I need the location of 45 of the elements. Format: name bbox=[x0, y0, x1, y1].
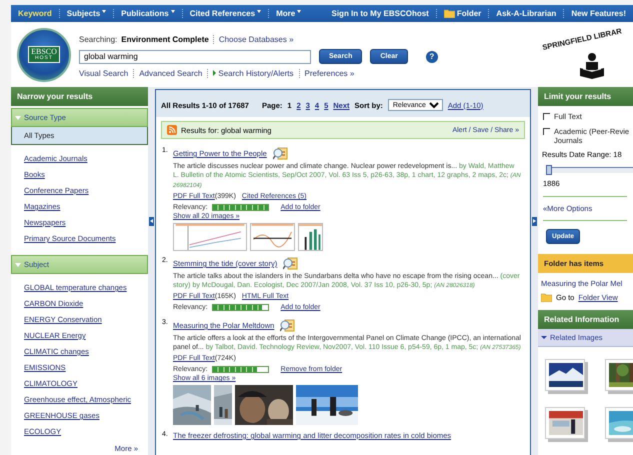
preview-icon[interactable] bbox=[272, 147, 288, 160]
chart-thumbnail[interactable] bbox=[173, 223, 247, 251]
nav-link[interactable]: Ask-A-Librarian bbox=[488, 9, 564, 18]
searching-label: Searching: bbox=[79, 35, 118, 44]
help-button[interactable]: ? bbox=[426, 50, 438, 62]
relevancy-meter bbox=[212, 204, 269, 211]
nav-tab[interactable]: Cited References bbox=[182, 9, 268, 18]
folder-icon bbox=[444, 9, 455, 18]
search-link[interactable]: Preferences » bbox=[304, 69, 354, 78]
relevancy-meter bbox=[212, 304, 269, 311]
chart-thumbnail[interactable] bbox=[298, 223, 323, 251]
folder-link[interactable]: Folder bbox=[436, 9, 488, 18]
panel-header: Related Information bbox=[538, 310, 633, 329]
caret-icon bbox=[257, 10, 262, 13]
panel-header: Limit your results bbox=[538, 87, 633, 106]
database-name: Environment Complete bbox=[121, 35, 209, 44]
caret-icon bbox=[297, 10, 302, 13]
folder-icon bbox=[541, 293, 552, 302]
preview-icon[interactable] bbox=[280, 319, 296, 332]
panel-header: Narrow your results bbox=[11, 87, 148, 106]
checkbox[interactable] bbox=[543, 113, 550, 120]
expand-icon bbox=[15, 262, 21, 266]
caret-icon bbox=[102, 10, 106, 13]
nav-tab[interactable]: Subjects bbox=[58, 9, 114, 18]
nav-link[interactable]: Sign In to My EBSCOhost bbox=[324, 9, 436, 18]
nav-tab[interactable]: Publications bbox=[113, 9, 182, 18]
search-link[interactable]: Advanced Search bbox=[139, 69, 202, 78]
search-link[interactable]: Visual Search bbox=[79, 69, 128, 78]
caret-icon bbox=[170, 10, 175, 13]
checkbox[interactable] bbox=[543, 128, 550, 135]
preview-icon[interactable] bbox=[283, 257, 298, 270]
arrow-icon bbox=[213, 70, 216, 76]
chart-thumbnail[interactable] bbox=[250, 223, 295, 251]
search-field[interactable]: global warming bbox=[79, 50, 311, 64]
rss-icon[interactable] bbox=[167, 125, 177, 135]
choose-databases-link[interactable]: Choose Databases » bbox=[212, 35, 294, 44]
reader-icon bbox=[580, 52, 604, 78]
date-slider[interactable] bbox=[546, 167, 633, 173]
expand-icon bbox=[15, 116, 21, 120]
relevancy-meter bbox=[212, 366, 269, 373]
nav-tab[interactable]: More bbox=[268, 9, 308, 18]
expand-icon bbox=[541, 336, 547, 339]
search-link[interactable]: Search History/Alerts bbox=[213, 69, 294, 78]
nav-link[interactable]: New Features! bbox=[563, 9, 633, 18]
nav-tab[interactable]: Keyword bbox=[11, 9, 59, 18]
